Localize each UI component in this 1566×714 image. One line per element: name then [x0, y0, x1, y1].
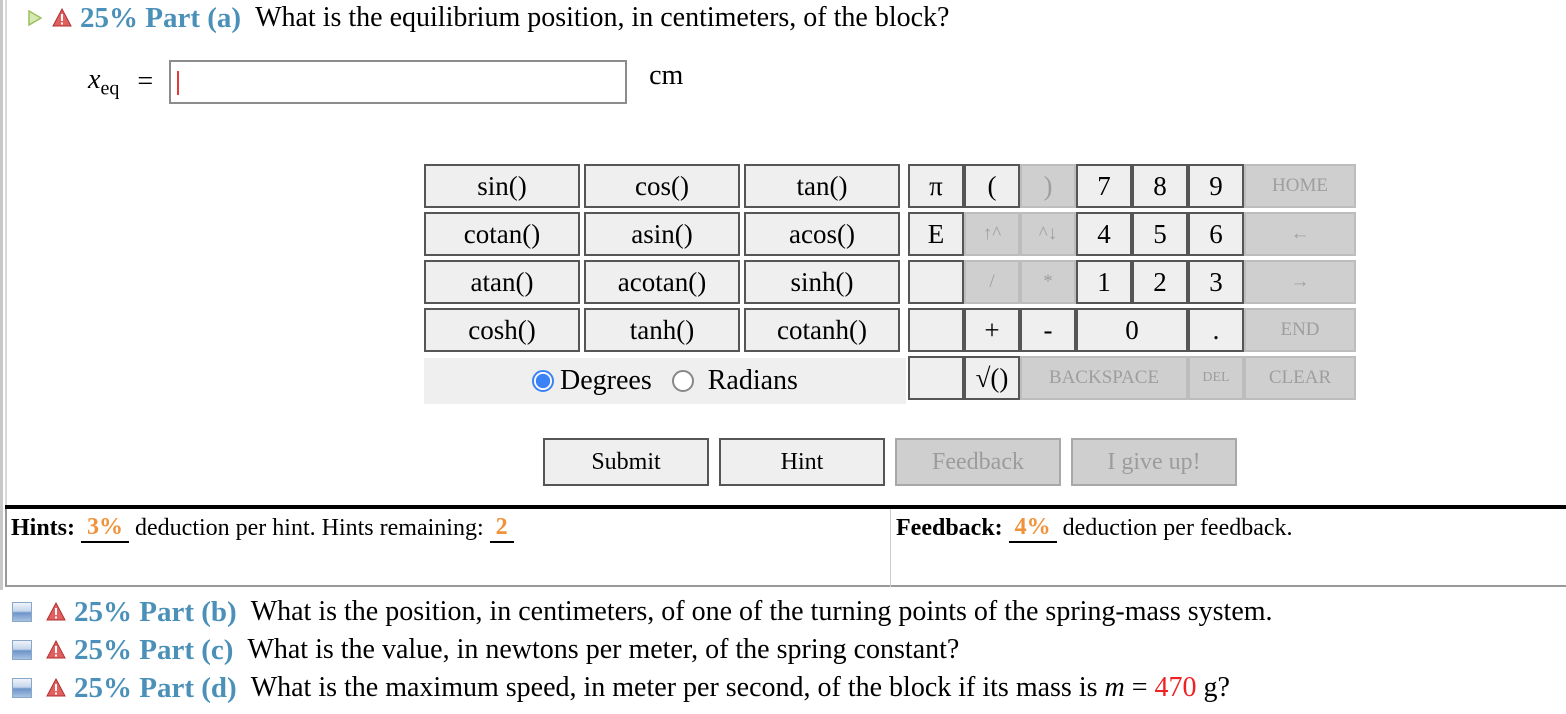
part-b-header[interactable]: 25% Part (b) What is the position, in ce…: [12, 594, 1273, 630]
hints-label: Hints:: [11, 515, 76, 541]
panel-divider: [890, 509, 891, 587]
up-power-button[interactable]: ↑^: [964, 212, 1020, 256]
feedback-button[interactable]: Feedback: [895, 438, 1061, 486]
digit-9-button[interactable]: 9: [1188, 164, 1244, 208]
part-a-header[interactable]: 25% Part (a) What is the equilibrium pos…: [28, 0, 949, 36]
digit-6-button[interactable]: 6: [1188, 212, 1244, 256]
power-down-button[interactable]: ^↓: [1020, 212, 1076, 256]
acotan-button[interactable]: acotan(): [584, 260, 740, 304]
open-paren-button[interactable]: (: [964, 164, 1020, 208]
cotan-button[interactable]: cotan(): [424, 212, 580, 256]
atan-button[interactable]: atan(): [424, 260, 580, 304]
end-button[interactable]: END: [1244, 308, 1356, 352]
cosh-button[interactable]: cosh(): [424, 308, 580, 352]
angle-mode-group: Degrees Radians: [424, 358, 906, 404]
radians-label: Radians: [707, 365, 798, 396]
feedback-deduction: 4%: [1008, 514, 1057, 543]
part-c-header[interactable]: 25% Part (c) What is the value, in newto…: [12, 632, 959, 668]
backspace-button[interactable]: BACKSPACE: [1020, 356, 1188, 400]
digit-5-button[interactable]: 5: [1132, 212, 1188, 256]
home-button[interactable]: HOME: [1244, 164, 1356, 208]
collapsed-part-icon[interactable]: [12, 602, 32, 622]
acos-button[interactable]: acos(): [744, 212, 900, 256]
hints-text: deduction per hint. Hints remaining:: [135, 515, 484, 541]
feedback-text: deduction per feedback.: [1062, 515, 1293, 541]
e-button[interactable]: E: [908, 212, 964, 256]
hint-deduction: 3%: [81, 514, 130, 543]
mass-value: 470: [1154, 672, 1197, 703]
part-c-percent: 25% Part (c): [74, 633, 234, 666]
digit-4-button[interactable]: 4: [1076, 212, 1132, 256]
variable-label: xeq: [88, 63, 120, 100]
blank-key-2: [908, 308, 964, 352]
sin-button[interactable]: sin(): [424, 164, 580, 208]
part-b-percent: 25% Part (b): [74, 595, 237, 628]
collapsed-part-icon[interactable]: [12, 678, 32, 698]
expand-play-icon[interactable]: [28, 10, 42, 26]
feedback-info: Feedback: 4% deduction per feedback.: [896, 514, 1293, 543]
left-border: [0, 0, 3, 590]
degrees-radio[interactable]: [532, 370, 555, 392]
blank-key-1: [908, 260, 964, 304]
give-up-button[interactable]: I give up!: [1071, 438, 1237, 486]
warning-icon: [46, 602, 66, 621]
part-d-header[interactable]: 25% Part (d) What is the maximum speed, …: [12, 670, 1230, 706]
digit-0-button[interactable]: 0: [1076, 308, 1188, 352]
right-arrow-button[interactable]: →: [1244, 260, 1356, 304]
del-button[interactable]: DEL: [1188, 356, 1244, 400]
sinh-button[interactable]: sinh(): [744, 260, 900, 304]
radians-radio[interactable]: [671, 370, 694, 392]
warning-icon: [52, 8, 72, 27]
answer-input[interactable]: [169, 60, 628, 104]
digit-2-button[interactable]: 2: [1132, 260, 1188, 304]
part-d-question: What is the maximum speed, in meter per …: [250, 672, 1230, 703]
answer-row: xeq = cm: [88, 58, 683, 106]
digit-1-button[interactable]: 1: [1076, 260, 1132, 304]
digit-7-button[interactable]: 7: [1076, 164, 1132, 208]
pi-button[interactable]: π: [908, 164, 964, 208]
warning-icon: [46, 640, 66, 659]
part-a-percent: 25% Part (a): [80, 1, 242, 34]
tanh-button[interactable]: tanh(): [584, 308, 740, 352]
blank-key-3: [908, 356, 964, 400]
plus-button[interactable]: +: [964, 308, 1020, 352]
clear-button[interactable]: CLEAR: [1244, 356, 1356, 400]
part-a-question: What is the equilibrium position, in cen…: [255, 2, 950, 33]
left-border-inner: [5, 0, 7, 505]
divide-button[interactable]: /: [964, 260, 1020, 304]
hints-remaining: 2: [489, 514, 514, 543]
feedback-label: Feedback:: [896, 515, 1003, 541]
hint-button[interactable]: Hint: [719, 438, 885, 486]
degrees-label: Degrees: [560, 365, 652, 396]
close-paren-button[interactable]: ): [1020, 164, 1076, 208]
digit-8-button[interactable]: 8: [1132, 164, 1188, 208]
submit-button[interactable]: Submit: [543, 438, 709, 486]
warning-icon: [46, 678, 66, 697]
part-c-question: What is the value, in newtons per meter,…: [247, 634, 960, 665]
left-arrow-button[interactable]: ←: [1244, 212, 1356, 256]
equals-sign: =: [137, 66, 154, 97]
minus-button[interactable]: -: [1020, 308, 1076, 352]
cotanh-button[interactable]: cotanh(): [744, 308, 900, 352]
multiply-button[interactable]: *: [1020, 260, 1076, 304]
cos-button[interactable]: cos(): [584, 164, 740, 208]
hints-info: Hints: 3% deduction per hint. Hints rema…: [11, 514, 520, 543]
unit-label: cm: [649, 60, 684, 91]
decimal-button[interactable]: .: [1188, 308, 1244, 352]
text-caret: [177, 71, 180, 95]
tan-button[interactable]: tan(): [744, 164, 900, 208]
asin-button[interactable]: asin(): [584, 212, 740, 256]
collapsed-part-icon[interactable]: [12, 640, 32, 660]
sqrt-button[interactable]: √(): [964, 356, 1020, 400]
part-d-percent: 25% Part (d): [74, 671, 237, 704]
digit-3-button[interactable]: 3: [1188, 260, 1244, 304]
part-b-question: What is the position, in centimeters, of…: [250, 596, 1273, 627]
